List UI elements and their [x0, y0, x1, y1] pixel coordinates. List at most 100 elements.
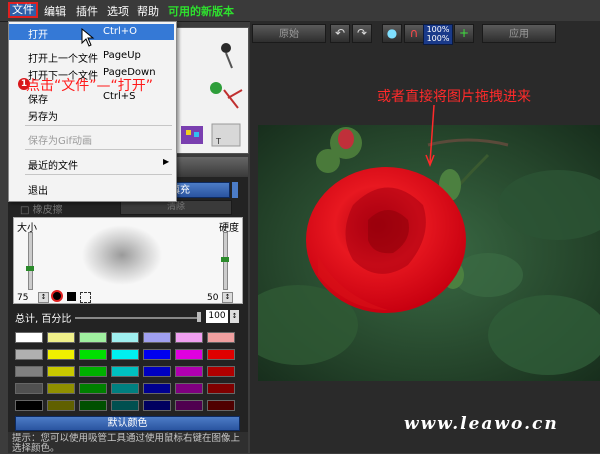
menu-options[interactable]: 选项 [107, 3, 129, 19]
color-swatch[interactable] [15, 366, 43, 377]
color-swatch[interactable] [111, 349, 139, 360]
menu-separator [25, 125, 172, 126]
brush-preview [82, 225, 162, 285]
default-colors-button[interactable]: 默认颜色 [15, 416, 240, 431]
color-swatch[interactable] [79, 349, 107, 360]
tool-icons-panel: T [175, 27, 249, 154]
menu-item-save-as[interactable]: 另存为 [9, 106, 174, 123]
color-swatch[interactable] [207, 383, 235, 394]
color-swatch[interactable] [79, 332, 107, 343]
mouse-cursor-icon [81, 28, 95, 47]
color-swatch[interactable] [143, 400, 171, 411]
menu-plugins[interactable]: 插件 [76, 3, 98, 19]
color-swatch[interactable] [111, 400, 139, 411]
color-swatch[interactable] [207, 366, 235, 377]
menu-bar: 文件 编辑 插件 选项 帮助 可用的新版本 [0, 0, 600, 22]
round-brush-icon[interactable] [51, 290, 63, 302]
square-brush-icon[interactable] [67, 292, 76, 301]
color-swatch[interactable] [47, 400, 75, 411]
color-swatch[interactable] [175, 400, 203, 411]
color-swatch[interactable] [143, 332, 171, 343]
color-swatch[interactable] [79, 366, 107, 377]
zoom-top: 100% [426, 25, 450, 34]
color-swatch[interactable] [111, 332, 139, 343]
menu-help[interactable]: 帮助 [137, 3, 159, 19]
total-slider-handle[interactable] [197, 312, 201, 322]
eraser-label: 橡皮擦 [32, 205, 63, 216]
color-swatch[interactable] [47, 332, 75, 343]
menu-item-open-prev-label: 打开上一个文件 [28, 54, 98, 65]
color-swatch[interactable] [15, 383, 43, 394]
color-swatch[interactable] [143, 383, 171, 394]
size-slider[interactable] [28, 232, 33, 290]
size-value[interactable]: 75 [17, 293, 28, 303]
step-callout: 点击“文件”—“打开” [26, 78, 154, 94]
size-slider-handle[interactable] [26, 266, 34, 271]
color-swatch[interactable] [175, 366, 203, 377]
menu-separator [25, 149, 172, 150]
svg-text:T: T [215, 137, 221, 146]
green-ball-icon [210, 82, 222, 94]
menu-item-save-as-label: 另存为 [28, 112, 58, 123]
color-swatch[interactable] [143, 349, 171, 360]
eraser-checkbox-label[interactable]: □ 橡皮擦 [20, 201, 63, 216]
total-percent-label: 总计, 百分比 [15, 314, 72, 325]
color-swatch[interactable] [47, 383, 75, 394]
add-icon[interactable]: + [454, 24, 474, 43]
size-stepper[interactable]: ↕ [38, 292, 49, 303]
color-swatch[interactable] [111, 366, 139, 377]
color-swatch[interactable] [15, 400, 43, 411]
color-swatch[interactable] [143, 366, 171, 377]
color-swatches [13, 330, 241, 415]
color-swatch[interactable] [111, 383, 139, 394]
menu-item-recent-files-label: 最近的文件 [28, 161, 78, 172]
drag-hint-annotation: 或者直接将图片拖拽进来 [377, 89, 531, 105]
zoom-bottom: 100% [426, 34, 450, 43]
total-value[interactable]: 100 [206, 310, 228, 323]
menu-item-open-shortcut: Ctrl+O [103, 26, 138, 37]
redo-icon[interactable]: ↷ [352, 24, 372, 43]
menu-item-recent-files[interactable]: 最近的文件 ▶ [9, 155, 174, 172]
color-swatch[interactable] [207, 400, 235, 411]
menu-edit[interactable]: 编辑 [44, 3, 66, 19]
color-swatch[interactable] [175, 383, 203, 394]
menu-item-open-prev[interactable]: 打开上一个文件 PageUp [9, 48, 174, 65]
original-button[interactable]: 原始 [252, 24, 326, 43]
menu-item-save-gif: 保存为Gif动画 [9, 130, 174, 147]
color-swatch[interactable] [15, 349, 43, 360]
hardness-slider-handle[interactable] [221, 257, 229, 262]
hardness-label: 硬度 [219, 223, 239, 234]
color-swatch[interactable] [175, 349, 203, 360]
color-swatch[interactable] [207, 349, 235, 360]
color-swatch[interactable] [175, 332, 203, 343]
new-version-link[interactable]: 可用的新版本 [168, 3, 234, 19]
pin-icon [221, 43, 231, 53]
hardness-stepper[interactable]: ↕ [222, 292, 233, 303]
zoom-in-icon[interactable]: ● [382, 24, 402, 43]
menu-file[interactable]: 文件 [8, 2, 38, 18]
selection-brush-icon[interactable] [80, 292, 91, 303]
palette-icon [181, 126, 203, 144]
drag-hint-arrow [425, 104, 435, 168]
undo-icon[interactable]: ↶ [330, 24, 350, 43]
color-swatch[interactable] [47, 349, 75, 360]
magnet-icon[interactable]: ∩ [404, 24, 424, 43]
hint-text: 提示：您可以使用吸管工具通过使用鼠标右键在图像上选择颜色。 [8, 432, 248, 454]
hardness-value[interactable]: 50 [207, 293, 218, 303]
total-stepper[interactable]: ↕ [230, 310, 239, 323]
apply-button[interactable]: 应用 [482, 24, 556, 43]
zoom-level-display: 100% 100% [423, 24, 453, 45]
menu-item-exit-label: 退出 [28, 186, 48, 197]
color-swatch[interactable] [79, 383, 107, 394]
menu-item-save-gif-label: 保存为Gif动画 [28, 136, 93, 147]
file-menu-dropdown: 打开 Ctrl+O 打开上一个文件 PageUp 打开下一个文件 PageDow… [8, 21, 177, 202]
color-swatch[interactable] [79, 400, 107, 411]
menu-item-open-prev-shortcut: PageUp [103, 50, 141, 61]
menu-item-exit[interactable]: 退出 [9, 180, 174, 197]
color-swatch[interactable] [47, 366, 75, 377]
color-swatch[interactable] [207, 332, 235, 343]
size-label: 大小 [17, 223, 37, 234]
total-slider[interactable] [75, 317, 200, 319]
clear-button[interactable]: 清除 [120, 200, 232, 215]
color-swatch[interactable] [15, 332, 43, 343]
